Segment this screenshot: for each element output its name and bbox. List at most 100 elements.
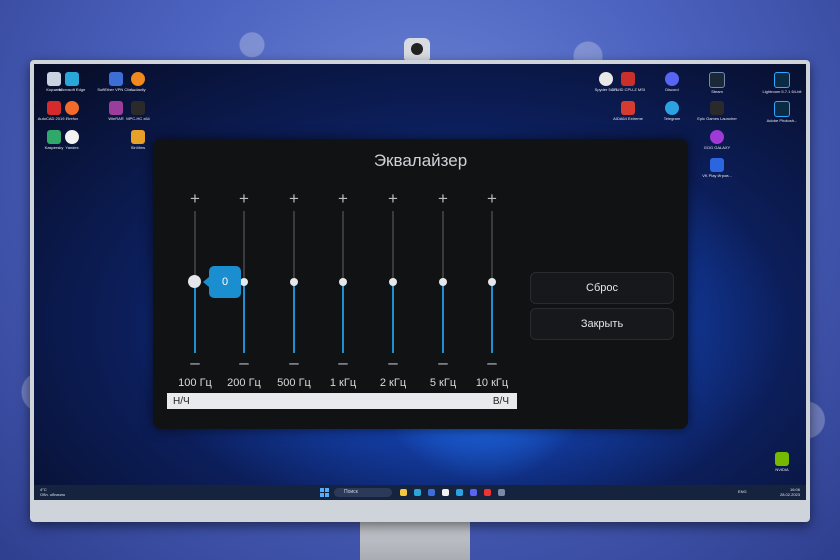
slider-track-lower[interactable] <box>342 281 344 353</box>
steam-icon <box>709 72 725 88</box>
desktop-icon-sinview[interactable]: SinView <box>118 130 158 150</box>
plus-icon[interactable]: + <box>279 190 309 207</box>
plus-icon[interactable]: + <box>328 190 358 207</box>
desktop-icon-audacity[interactable]: Audacity <box>118 72 158 92</box>
edge-icon <box>65 72 79 86</box>
slider-track-lower[interactable] <box>442 281 444 353</box>
weather-desc: Обл. облачно <box>40 492 66 497</box>
value-tooltip: 0 <box>203 266 241 298</box>
plus-icon[interactable]: + <box>428 190 458 207</box>
desktop-icon-aida[interactable]: AIDA64 Extreme <box>608 101 648 121</box>
desktop-icon-vkplay[interactable]: VK Play Игров... <box>697 158 737 178</box>
firefox-icon <box>65 101 79 115</box>
minus-icon[interactable]: – <box>328 354 358 371</box>
desktop-icon-cpuz[interactable]: CPUID CPU-Z MSI <box>608 72 648 92</box>
slider-track-lower[interactable] <box>194 281 196 353</box>
desktop-icon-lightroom[interactable]: Lightroom 5.7.1 64-bit <box>762 72 802 94</box>
taskbar-app-icon[interactable] <box>498 489 505 496</box>
taskbar-yandex-icon[interactable] <box>484 489 491 496</box>
range-low-label: Н/Ч <box>173 396 190 407</box>
desktop-icon-yandex[interactable]: Yandex <box>52 130 92 150</box>
nvidia-icon <box>775 452 789 466</box>
taskbar-telegram-icon[interactable] <box>456 489 463 496</box>
band-label: 10 кГц <box>475 377 509 389</box>
slider-handle[interactable] <box>188 275 201 288</box>
vkplay-icon <box>710 158 724 172</box>
eq-band-5khz: + – 5 кГц <box>428 190 458 389</box>
mpc-icon <box>131 101 145 115</box>
sinview-icon <box>131 130 145 144</box>
minus-icon[interactable]: – <box>180 354 210 371</box>
slider-handle[interactable] <box>339 278 347 286</box>
desktop-icon-mpc[interactable]: MPC-HC x64 <box>118 101 158 121</box>
aida-icon <box>621 101 635 115</box>
taskbar: 4°C Обл. облачно Поиск ENG 16:06 28.02.2… <box>34 485 806 500</box>
slider-handle[interactable] <box>389 278 397 286</box>
taskbar-app-icon[interactable] <box>428 489 435 496</box>
desktop-icon-nvidia[interactable]: NVIDIA <box>762 452 802 472</box>
slider-track-upper[interactable] <box>392 211 394 281</box>
telegram-icon <box>665 101 679 115</box>
taskbar-app-icon[interactable] <box>442 489 449 496</box>
eq-band-500hz: + – 500 Гц <box>277 190 311 389</box>
slider-track-upper[interactable] <box>491 211 493 281</box>
cpuz-icon <box>621 72 635 86</box>
taskbar-explorer-icon[interactable] <box>400 489 407 496</box>
slider-track-upper[interactable] <box>194 211 196 281</box>
audacity-icon <box>131 72 145 86</box>
frequency-range-bar: Н/Ч В/Ч <box>167 393 517 409</box>
desktop-icon-firefox[interactable]: Firefox <box>52 101 92 121</box>
start-button[interactable] <box>320 488 329 497</box>
slider-track-lower[interactable] <box>491 281 493 353</box>
minus-icon[interactable]: – <box>428 354 458 371</box>
equalizer-title: Эквалайзер <box>373 151 468 170</box>
slider-track-upper[interactable] <box>293 211 295 281</box>
clock-date: 28.02.2023 <box>779 492 800 497</box>
taskbar-clock[interactable]: 16:06 28.02.2023 <box>780 487 800 497</box>
gog-icon <box>710 130 724 144</box>
photoshop-icon <box>774 101 790 117</box>
desktop-icon-discord[interactable]: Discord <box>652 72 692 92</box>
desktop-icon-gog[interactable]: GOG GALAXY <box>697 130 737 150</box>
lightroom-icon <box>774 72 790 88</box>
desktop-icon-epic[interactable]: Epic Games Launcher <box>697 101 737 121</box>
slider-track-lower[interactable] <box>243 281 245 353</box>
slider-handle[interactable] <box>488 278 496 286</box>
desktop-icon-steam[interactable]: Steam <box>697 72 737 94</box>
slider-handle[interactable] <box>240 278 248 286</box>
slider-track-upper[interactable] <box>342 211 344 281</box>
reset-button[interactable]: Сброс <box>530 272 674 304</box>
minus-icon[interactable]: – <box>229 354 259 371</box>
slider-handle[interactable] <box>290 278 298 286</box>
taskbar-weather[interactable]: 4°C Обл. облачно <box>40 487 65 497</box>
eq-band-2khz: + – 2 кГц <box>378 190 408 389</box>
taskbar-search[interactable]: Поиск <box>334 488 392 497</box>
epic-icon <box>710 101 724 115</box>
slider-handle[interactable] <box>439 278 447 286</box>
minus-icon[interactable]: – <box>279 354 309 371</box>
taskbar-discord-icon[interactable] <box>470 489 477 496</box>
slider-track-upper[interactable] <box>442 211 444 281</box>
taskbar-edge-icon[interactable] <box>414 489 421 496</box>
desktop-icon-edge[interactable]: Microsoft Edge <box>52 72 92 92</box>
slider-track-lower[interactable] <box>392 281 394 353</box>
plus-icon[interactable]: + <box>229 190 259 207</box>
minus-icon[interactable]: – <box>378 354 408 371</box>
slider-track-lower[interactable] <box>293 281 295 353</box>
eq-band-1khz: + – 1 кГц <box>328 190 358 389</box>
plus-icon[interactable]: + <box>378 190 408 207</box>
minus-icon[interactable]: – <box>477 354 507 371</box>
webcam <box>404 38 430 60</box>
desktop-icon-photoshop[interactable]: Adobe Photosh... <box>762 101 802 123</box>
monitor-stand <box>360 520 470 560</box>
eq-band-10khz: + – 10 кГц <box>476 190 508 389</box>
close-button[interactable]: Закрыть <box>530 308 674 340</box>
discord-icon <box>665 72 679 86</box>
desktop-icon-telegram[interactable]: Telegram <box>652 101 692 121</box>
plus-icon[interactable]: + <box>180 190 210 207</box>
taskbar-language[interactable]: ENG <box>738 489 747 494</box>
range-high-label: В/Ч <box>492 396 509 407</box>
yandex-icon <box>65 130 79 144</box>
slider-track-upper[interactable] <box>243 211 245 281</box>
plus-icon[interactable]: + <box>477 190 507 207</box>
